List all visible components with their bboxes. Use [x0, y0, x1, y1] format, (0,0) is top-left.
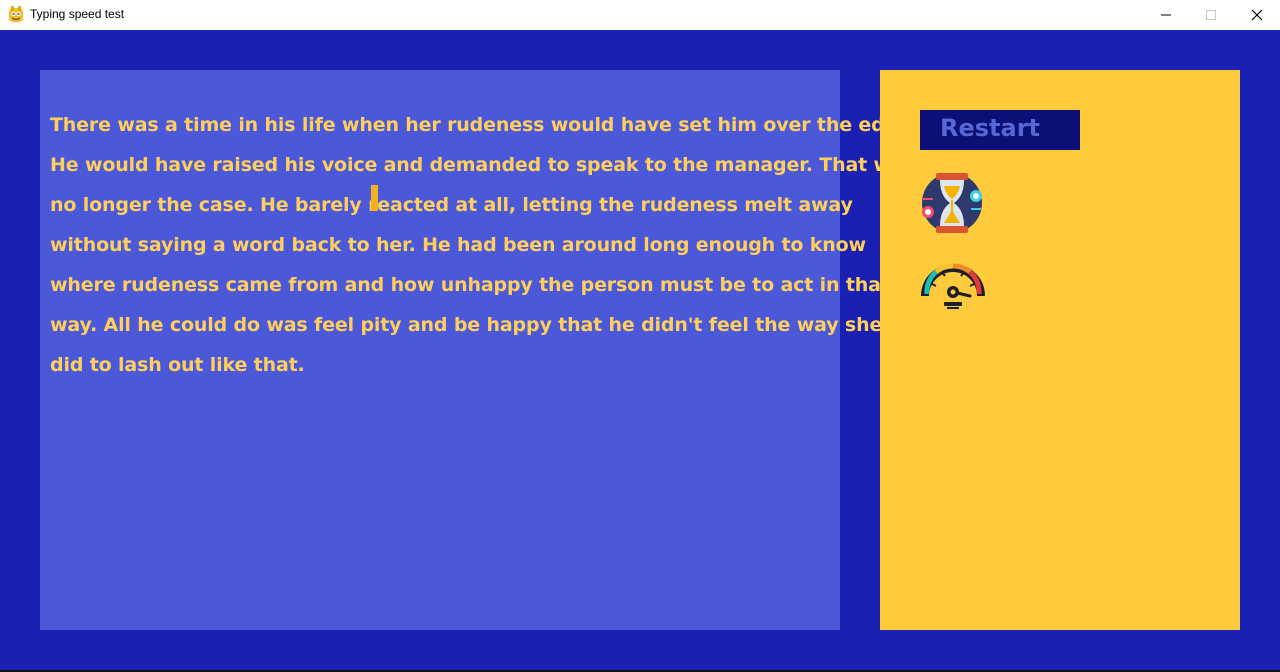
title-bar: Typing speed test: [0, 0, 1280, 30]
typing-cursor: [371, 185, 378, 211]
pygame-icon: [9, 6, 23, 22]
window-title: Typing speed test: [30, 7, 125, 21]
maximize-icon: [1205, 10, 1216, 20]
minimize-icon: [1160, 14, 1171, 16]
passage-line: There was a time in his life when her ru…: [50, 114, 918, 136]
close-button[interactable]: [1234, 0, 1279, 30]
minimize-button[interactable]: [1143, 0, 1188, 30]
speedometer-icon: [921, 263, 985, 309]
restart-label: Restart: [940, 114, 1041, 142]
game-window: There was a time in his life when her ru…: [0, 30, 1280, 670]
passage-line: way. All he could do was feel pity and b…: [50, 314, 883, 336]
maximize-button[interactable]: [1188, 0, 1233, 30]
typing-text-panel[interactable]: There was a time in his life when her ru…: [40, 70, 918, 630]
passage-line: without saying a word back to her. He ha…: [50, 234, 866, 256]
passage-line: where rudeness came from and how unhappy…: [50, 274, 890, 296]
passage-line: did to lash out like that.: [50, 354, 305, 376]
close-icon: [1251, 9, 1262, 21]
hourglass-icon: [922, 173, 982, 233]
passage-line: He would have raised his voice and deman…: [50, 154, 915, 176]
passage-line: no longer the case. He barely reacted at…: [50, 194, 853, 216]
stats-panel: Restart: [880, 70, 1240, 630]
passage-text: There was a time in his life when her ru…: [50, 105, 918, 385]
restart-button[interactable]: Restart: [920, 110, 1080, 150]
